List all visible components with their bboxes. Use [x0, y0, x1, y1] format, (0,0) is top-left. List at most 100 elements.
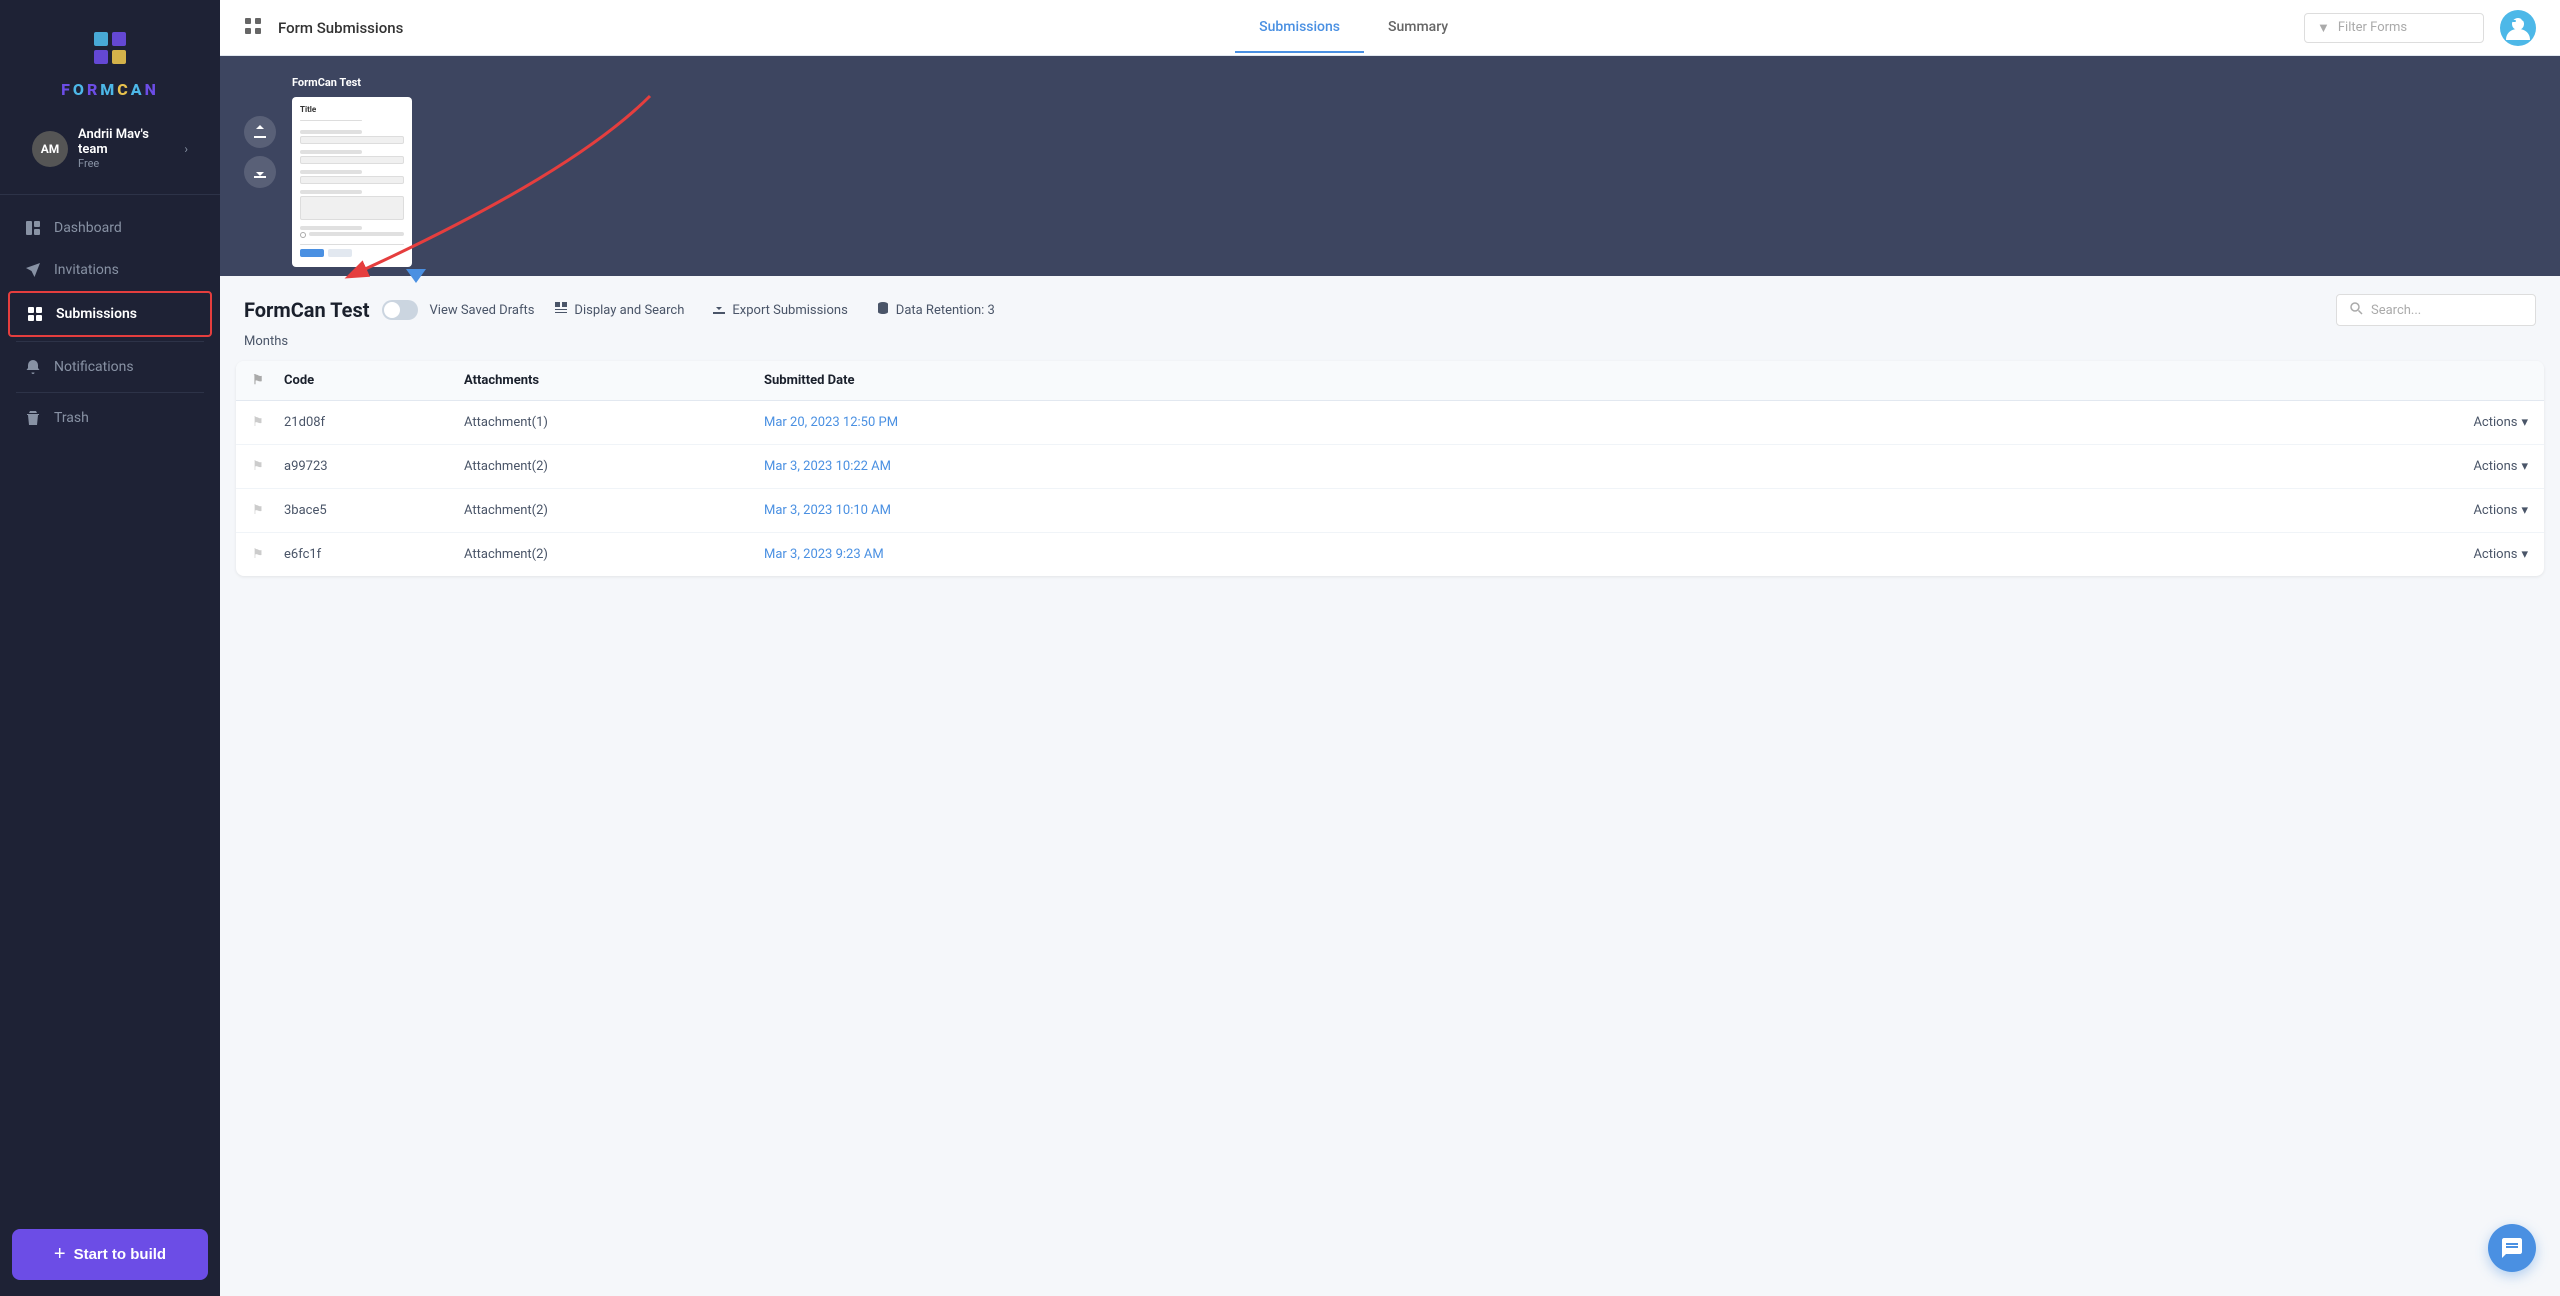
chat-support-button[interactable] — [2488, 1224, 2536, 1272]
form-preview-card[interactable]: Title — [292, 97, 412, 267]
sidebar-nav: Dashboard Invitations Submissions — [0, 199, 220, 1213]
radio — [300, 232, 306, 238]
user-avatar[interactable] — [2500, 10, 2536, 46]
preview-controls — [244, 116, 276, 188]
export-submissions-button[interactable]: Export Submissions — [704, 297, 855, 323]
formcan-logo-icon — [86, 24, 134, 72]
td-code: 3bace5 — [284, 503, 464, 518]
sidebar-item-dashboard[interactable]: Dashboard — [0, 207, 220, 249]
td-date: Mar 3, 2023 10:10 AM — [764, 503, 2408, 518]
label-line — [300, 170, 362, 174]
bell-icon — [24, 358, 42, 376]
chevron-down-icon: ▾ — [2521, 547, 2528, 562]
form-group — [300, 150, 404, 164]
td-flag: ⚑ — [252, 459, 284, 474]
filter-icon: ▼ — [2317, 20, 2330, 36]
table-row: ⚑ 21d08f Attachment(1) Mar 20, 2023 12:5… — [236, 401, 2544, 445]
sidebar-item-trash[interactable]: Trash — [0, 397, 220, 439]
td-date: Mar 3, 2023 10:22 AM — [764, 459, 2408, 474]
th-actions — [2408, 373, 2528, 388]
radio-label — [309, 232, 404, 236]
divider — [16, 341, 204, 342]
view-saved-drafts-toggle[interactable] — [382, 300, 418, 320]
actions-button[interactable]: Actions ▾ — [2408, 415, 2528, 430]
td-attachments: Attachment(2) — [464, 459, 764, 474]
th-flag: ⚑ — [252, 373, 284, 388]
submissions-header: FormCan Test View Saved Drafts Display a… — [220, 276, 2560, 334]
input-line — [300, 156, 404, 164]
table-row: ⚑ 3bace5 Attachment(2) Mar 3, 2023 10:10… — [236, 489, 2544, 533]
table-header: ⚑ Code Attachments Submitted Date — [236, 361, 2544, 401]
topbar: Form Submissions Submissions Summary ▼ F… — [220, 0, 2560, 56]
sidebar-item-label: Dashboard — [54, 220, 122, 236]
sidebar: FORMCAN AM Andrii Mav's team Free › Dash… — [0, 0, 220, 1296]
form-preview-area: FormCan Test Title — [220, 56, 2560, 276]
table-row: ⚑ a99723 Attachment(2) Mar 3, 2023 10:22… — [236, 445, 2544, 489]
upload-button[interactable] — [244, 116, 276, 148]
filter-forms-input[interactable]: ▼ Filter Forms — [2304, 13, 2484, 43]
form-card-container: FormCan Test Title — [292, 76, 412, 267]
td-attachments: Attachment(2) — [464, 503, 764, 518]
download-button[interactable] — [244, 156, 276, 188]
th-code: Code — [284, 373, 464, 388]
td-flag: ⚑ — [252, 503, 284, 518]
team-selector[interactable]: AM Andrii Mav's team Free › — [12, 115, 208, 182]
form-group — [300, 130, 404, 144]
sidebar-item-submissions[interactable]: Submissions — [8, 291, 212, 337]
td-code: e6fc1f — [284, 547, 464, 562]
logo-text: FORMCAN — [61, 80, 159, 99]
grid-icon — [26, 305, 44, 323]
form-group — [300, 170, 404, 184]
form-line — [300, 244, 404, 245]
radio-group — [300, 232, 404, 238]
td-date: Mar 20, 2023 12:50 PM — [764, 415, 2408, 430]
team-name: Andrii Mav's team — [78, 127, 174, 157]
layout-icon — [554, 301, 568, 319]
search-icon — [2349, 301, 2363, 319]
chevron-right-icon: › — [184, 142, 188, 156]
display-search-button[interactable]: Display and Search — [546, 297, 692, 323]
form-buttons — [300, 249, 404, 257]
download-icon — [712, 301, 726, 319]
td-date: Mar 3, 2023 9:23 AM — [764, 547, 2408, 562]
label-line — [300, 226, 362, 230]
page-title: Form Submissions — [278, 19, 403, 37]
td-flag: ⚑ — [252, 415, 284, 430]
input-line — [300, 176, 404, 184]
search-input[interactable]: Search... — [2336, 294, 2536, 326]
td-attachments: Attachment(2) — [464, 547, 764, 562]
database-icon — [876, 301, 890, 319]
label-line — [300, 150, 362, 154]
chevron-down-icon: ▾ — [2521, 503, 2528, 518]
form-group — [300, 226, 404, 238]
trash-icon — [24, 409, 42, 427]
sidebar-item-notifications[interactable]: Notifications — [0, 346, 220, 388]
team-plan: Free — [78, 157, 174, 170]
actions-button[interactable]: Actions ▾ — [2408, 547, 2528, 562]
actions-button[interactable]: Actions ▾ — [2408, 459, 2528, 474]
table-row: ⚑ e6fc1f Attachment(2) Mar 3, 2023 9:23 … — [236, 533, 2544, 576]
sidebar-item-label: Invitations — [54, 262, 119, 278]
flag-icon: ⚑ — [252, 503, 264, 518]
main-content: Form Submissions Submissions Summary ▼ F… — [220, 0, 2560, 1296]
divider — [0, 194, 220, 195]
start-to-build-button[interactable]: + Start to build — [12, 1229, 208, 1280]
td-code: a99723 — [284, 459, 464, 474]
sidebar-item-label: Notifications — [54, 359, 134, 375]
tab-submissions[interactable]: Submissions — [1235, 3, 1364, 53]
data-retention-button[interactable]: Data Retention: 3 — [868, 297, 1003, 323]
submissions-title: FormCan Test — [244, 298, 370, 322]
actions-button[interactable]: Actions ▾ — [2408, 503, 2528, 518]
form-group — [300, 190, 404, 220]
submit-btn-preview — [300, 249, 324, 257]
avatar: AM — [32, 131, 68, 167]
sidebar-item-invitations[interactable]: Invitations — [0, 249, 220, 291]
tab-summary[interactable]: Summary — [1364, 3, 1472, 53]
logo-area: FORMCAN — [0, 0, 220, 115]
flag-icon: ⚑ — [252, 373, 264, 388]
divider — [16, 392, 204, 393]
topbar-tabs: Submissions Summary — [1235, 3, 1472, 53]
submissions-table: ⚑ Code Attachments Submitted Date ⚑ 21d0… — [236, 361, 2544, 576]
th-attachments: Attachments — [464, 373, 764, 388]
form-dropdown-arrow[interactable] — [406, 269, 426, 283]
